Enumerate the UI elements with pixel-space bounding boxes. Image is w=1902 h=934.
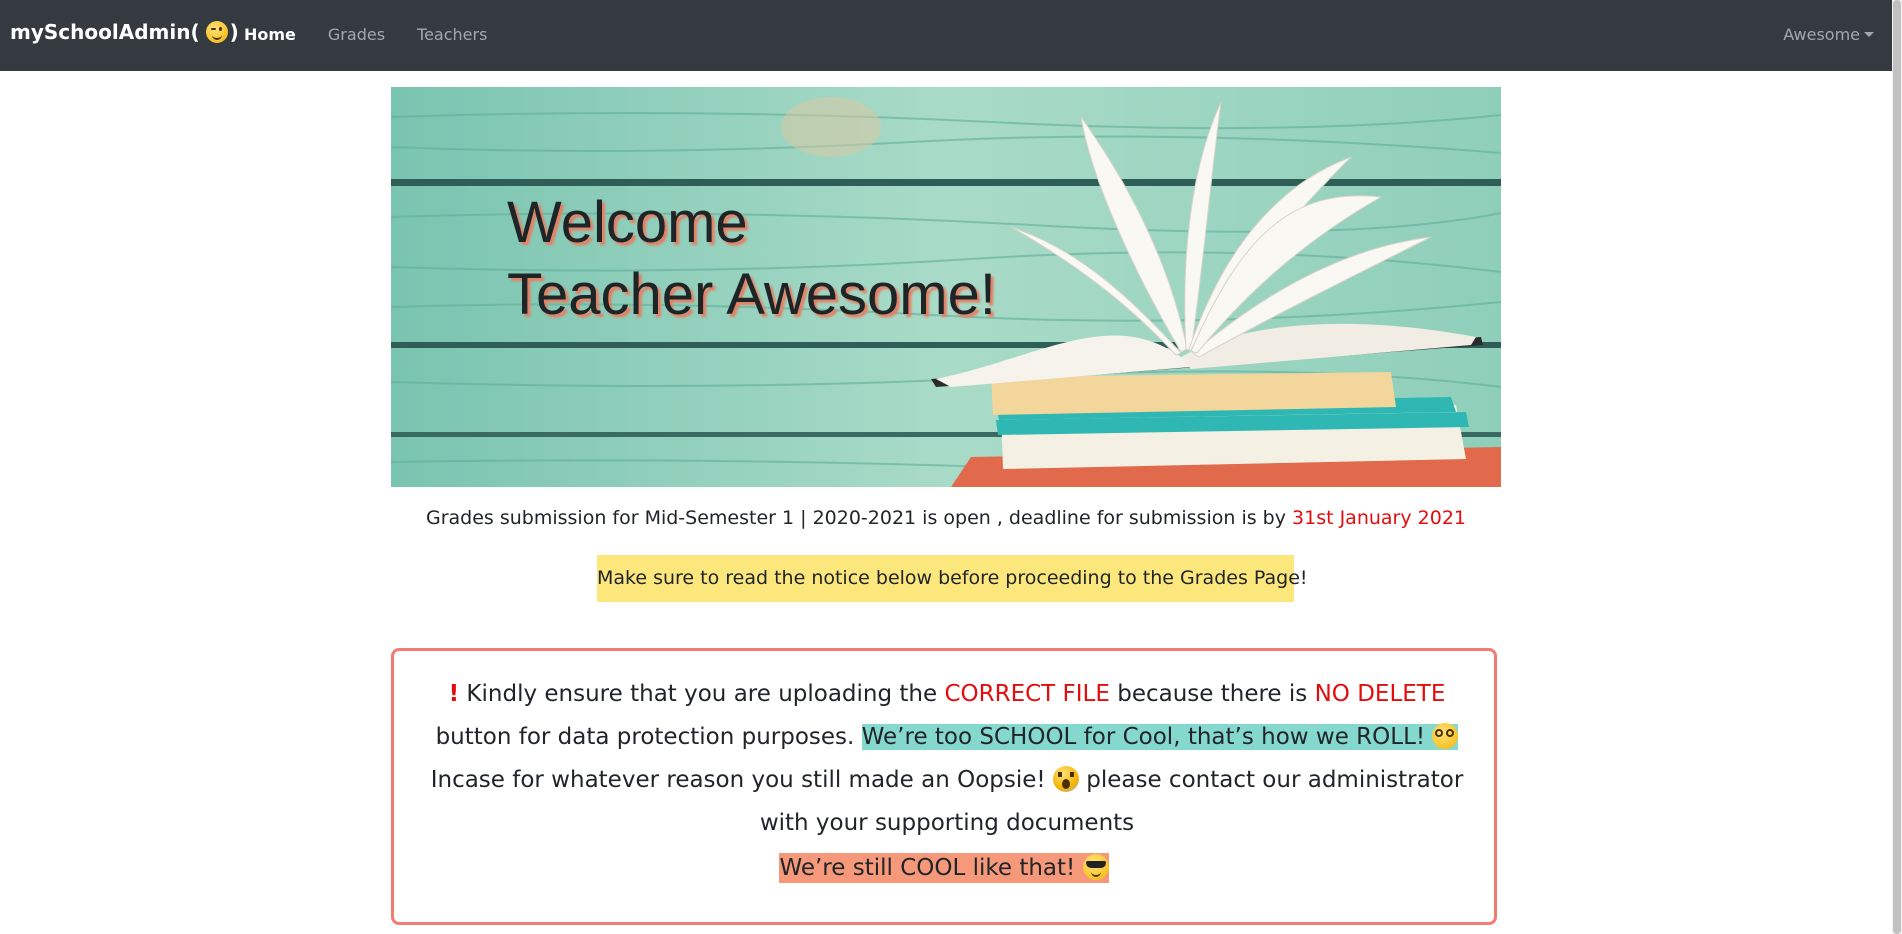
- hero-banner: Welcome Teacher Awesome!: [391, 87, 1501, 487]
- user-dropdown-label: Awesome: [1783, 25, 1860, 44]
- top-navbar: mySchoolAdmin( ) Home Grades Teachers Aw…: [0, 0, 1902, 71]
- brand-logo[interactable]: mySchoolAdmin( ): [10, 20, 239, 44]
- no-delete-text: NO DELETE: [1314, 681, 1446, 707]
- notice-text: ! Kindly ensure that you are uploading t…: [414, 673, 1480, 845]
- read-notice-banner: Make sure to read the notice below befor…: [597, 555, 1308, 602]
- nav-link-teachers[interactable]: Teachers: [401, 25, 503, 44]
- notice-part3: button for data protection purposes.: [435, 724, 862, 750]
- hero-title-line2: Teacher Awesome!: [507, 262, 996, 327]
- sunglasses-face-icon: [1082, 854, 1109, 880]
- screaming-face-icon: [1052, 766, 1079, 792]
- user-dropdown[interactable]: Awesome: [1783, 25, 1874, 44]
- upload-notice-box: ! Kindly ensure that you are uploading t…: [391, 648, 1497, 925]
- nav-link-home[interactable]: Home: [228, 25, 312, 44]
- exclamation-icon: !: [448, 681, 460, 707]
- notice-part2: because there is: [1109, 681, 1315, 707]
- grades-announcement: Grades submission for Mid-Semester 1 | 2…: [391, 507, 1501, 529]
- cool-highlight: We’re still COOL like that!: [779, 853, 1109, 883]
- page-scrollbar[interactable]: [1892, 0, 1902, 934]
- dizzy-face-icon: [1432, 723, 1459, 749]
- notice-part4: Incase for whatever reason you still mad…: [430, 767, 1053, 793]
- scrollbar-thumb[interactable]: [1893, 0, 1901, 934]
- announcement-text: Grades submission for Mid-Semester 1 | 2…: [425, 507, 1286, 529]
- correct-file-text: CORRECT FILE: [944, 681, 1110, 707]
- hero-title-line1: Welcome: [507, 190, 748, 255]
- chevron-down-icon: [1864, 32, 1874, 37]
- winking-face-icon: [205, 21, 228, 43]
- nav-link-grades[interactable]: Grades: [312, 25, 401, 44]
- notice-part1: Kindly ensure that you are uploading the: [459, 681, 945, 707]
- nav-links: Home Grades Teachers: [228, 25, 503, 44]
- hero-title: Welcome Teacher Awesome!: [507, 187, 996, 331]
- deadline-date: 31st January 2021: [1292, 507, 1467, 529]
- cool-line: We’re still COOL like that!: [394, 853, 1494, 883]
- cool-text: We’re still COOL like that!: [779, 855, 1076, 881]
- school-cool-highlight: We’re too SCHOOL for Cool, that’s how we…: [861, 723, 1459, 750]
- school-cool-text: We’re too SCHOOL for Cool, that’s how we…: [861, 724, 1426, 750]
- brand-text: mySchoolAdmin(: [10, 20, 200, 44]
